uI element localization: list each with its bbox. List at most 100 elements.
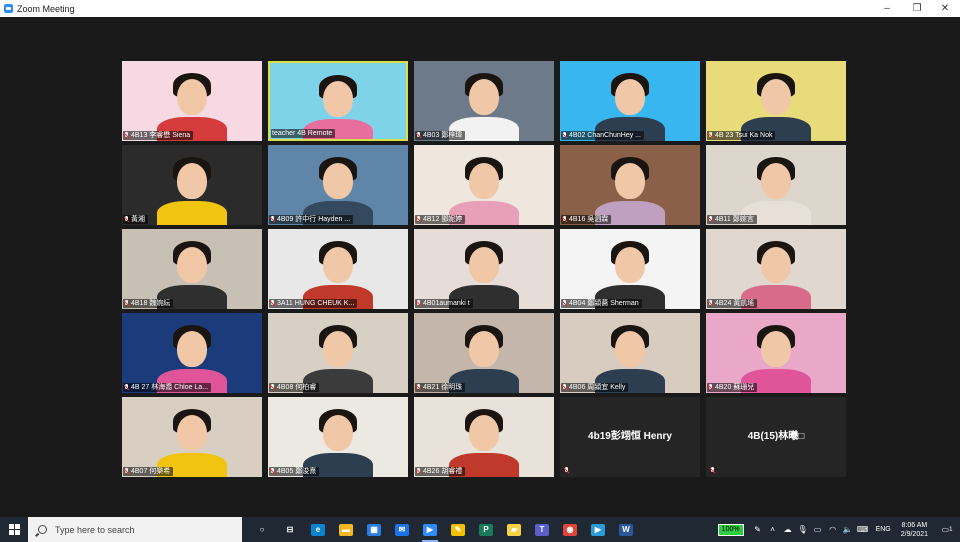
person-face	[615, 247, 645, 283]
video-feed	[268, 145, 408, 225]
participant-tile[interactable]: 4B21 徐明珠	[414, 313, 554, 393]
participant-name: 4B20 蘇珊兒	[715, 384, 755, 391]
participant-tile[interactable]: 4B06 周潁宜 Kelly	[560, 313, 700, 393]
participant-namebar: 4B18 魏婉紜	[123, 299, 174, 308]
chevron-up-icon[interactable]: ˄	[767, 525, 779, 534]
clock[interactable]: 8:06 AM 2/9/2021	[901, 521, 928, 539]
network-icon[interactable]: ◠	[827, 525, 839, 534]
mic-icon[interactable]: 🎙	[797, 525, 809, 534]
taskbar-app-teams[interactable]: T	[528, 517, 556, 542]
mic-muted-icon	[416, 384, 421, 391]
participant-name: 4B04 鄭潁蕎 Sherman	[569, 300, 639, 307]
participant-tile[interactable]: 4B11 鄭婉言	[706, 145, 846, 225]
participant-name: 4B13 李睿懋 Siena	[131, 132, 191, 139]
participant-tile[interactable]: teacher 4B Remote	[268, 61, 408, 141]
video-feed	[122, 397, 262, 477]
start-button[interactable]	[0, 517, 28, 542]
battery-indicator[interactable]: 100%	[717, 523, 744, 536]
monitor-icon[interactable]: ▭	[812, 525, 824, 534]
cloud-icon[interactable]: ☁	[782, 525, 794, 534]
video-feed	[414, 313, 554, 393]
mic-muted-icon	[270, 216, 275, 223]
language-indicator[interactable]: ENG	[876, 526, 891, 533]
taskbar-app-widgets[interactable]: ⊟	[276, 517, 304, 542]
participant-namebar: 3A11 HUNG CHEUK K...	[269, 299, 358, 308]
participant-tile[interactable]: 4B01aumanki t	[414, 229, 554, 309]
minimize-button[interactable]: –	[872, 0, 902, 17]
participant-namebar: 4B06 周潁宜 Kelly	[561, 383, 629, 392]
participant-tile[interactable]: 4B24 黃凱瑤	[706, 229, 846, 309]
participant-name: 4B24 黃凱瑤	[715, 300, 755, 307]
taskbar-app-zoom[interactable]: ▶	[416, 517, 444, 542]
taskbar-app-media[interactable]: ▶	[584, 517, 612, 542]
taskbar-apps: ○ ⊟ e ▬ ▦ ✉ ▶ ✎ P ▰ T ◉ ▶ W	[248, 517, 640, 542]
window-title: Zoom Meeting	[17, 3, 75, 14]
participant-tile[interactable]: 4B 27 林海喬 Chloe La...	[122, 313, 262, 393]
video-feed	[122, 229, 262, 309]
mic-muted-icon	[270, 468, 275, 475]
file-explorer-icon: ▬	[339, 523, 353, 536]
participant-tile[interactable]: 4B09 許中行 Hayden ...	[268, 145, 408, 225]
mic-muted-icon	[124, 468, 129, 475]
participant-tile[interactable]: 4B26 胡睿禮	[414, 397, 554, 477]
participant-tile[interactable]: 4B18 魏婉紜	[122, 229, 262, 309]
video-feed	[706, 313, 846, 393]
maximize-button[interactable]: ❐	[902, 0, 932, 17]
volume-icon[interactable]: 🔈	[842, 525, 854, 534]
system-tray: 100% ✎ ˄ ☁ 🎙 ▭ ◠ 🔈 ⌨ ENG 8:06 AM 2/9/202…	[717, 517, 960, 542]
taskbar-app-store[interactable]: ▦	[360, 517, 388, 542]
edge-icon: e	[311, 523, 325, 536]
participant-tile[interactable]: 4B05 鄭浚熹	[268, 397, 408, 477]
video-feed	[706, 229, 846, 309]
participant-namebar: 4B16 吳泗霖	[561, 215, 612, 224]
participant-tile[interactable]: 4B08 何柏睿	[268, 313, 408, 393]
taskbar-app-edge[interactable]: e	[304, 517, 332, 542]
taskbar-app-chrome[interactable]: ◉	[556, 517, 584, 542]
participant-tile[interactable]: 4b19彭翊恒 Henry	[560, 397, 700, 477]
participant-tile[interactable]: 4B04 鄭潁蕎 Sherman	[560, 229, 700, 309]
pen-icon[interactable]: ✎	[752, 525, 764, 534]
participant-tile[interactable]: 4B 23 Tsui Ka Nok	[706, 61, 846, 141]
video-feed	[122, 61, 262, 141]
participant-tile[interactable]: 4B07 何樂希	[122, 397, 262, 477]
taskbar-app-file-explorer[interactable]: ▬	[332, 517, 360, 542]
taskbar-app-whiteboard[interactable]: ✎	[444, 517, 472, 542]
participant-tile[interactable]: 3A11 HUNG CHEUK K...	[268, 229, 408, 309]
participant-namebar: 4B 27 林海喬 Chloe La...	[123, 383, 212, 392]
mic-muted-icon	[708, 384, 713, 391]
taskbar-app-task-view[interactable]: ○	[248, 517, 276, 542]
participant-tile[interactable]: 4B(15)林曦□	[706, 397, 846, 477]
whiteboard-icon: ✎	[451, 523, 465, 536]
zoom-logo-icon	[4, 4, 13, 13]
participant-tile[interactable]: 4B02 ChanChunHey ...	[560, 61, 700, 141]
participant-tile[interactable]: 4B20 蘇珊兒	[706, 313, 846, 393]
sticky-notes-icon: ▰	[507, 523, 521, 536]
title-bar: Zoom Meeting – ❐ ✕	[0, 0, 960, 17]
participant-tile[interactable]: 黃湘	[122, 145, 262, 225]
keyboard-icon[interactable]: ⌨	[857, 525, 869, 534]
mic-muted-icon	[270, 300, 275, 307]
participant-name: 4B05 鄭浚熹	[277, 468, 317, 475]
taskbar-app-word[interactable]: W	[612, 517, 640, 542]
notification-icon: ▭	[941, 525, 950, 534]
taskbar-search[interactable]: Type here to search	[28, 517, 242, 542]
mic-muted-icon	[270, 384, 275, 391]
taskbar-app-publisher[interactable]: P	[472, 517, 500, 542]
participant-tile[interactable]: 4B16 吳泗霖	[560, 145, 700, 225]
mic-muted-icon	[708, 300, 713, 307]
participant-tile[interactable]: 4B13 李睿懋 Siena	[122, 61, 262, 141]
person-face	[323, 81, 353, 117]
participant-name: 4B11 鄭婉言	[715, 216, 754, 223]
participant-name: 4B08 何柏睿	[277, 384, 317, 391]
taskbar-app-mail[interactable]: ✉	[388, 517, 416, 542]
notification-button[interactable]: ▭ 1	[940, 524, 954, 536]
person-face	[615, 79, 645, 115]
mic-muted-icon	[562, 132, 567, 139]
participant-name: teacher 4B Remote	[272, 130, 333, 137]
participant-tile[interactable]: 4B12 鄧妮婷	[414, 145, 554, 225]
participant-tile[interactable]: 4B03 鄭梓瑋	[414, 61, 554, 141]
close-button[interactable]: ✕	[930, 0, 960, 17]
taskbar-app-sticky-notes[interactable]: ▰	[500, 517, 528, 542]
video-feed	[560, 229, 700, 309]
person-face	[323, 163, 353, 199]
